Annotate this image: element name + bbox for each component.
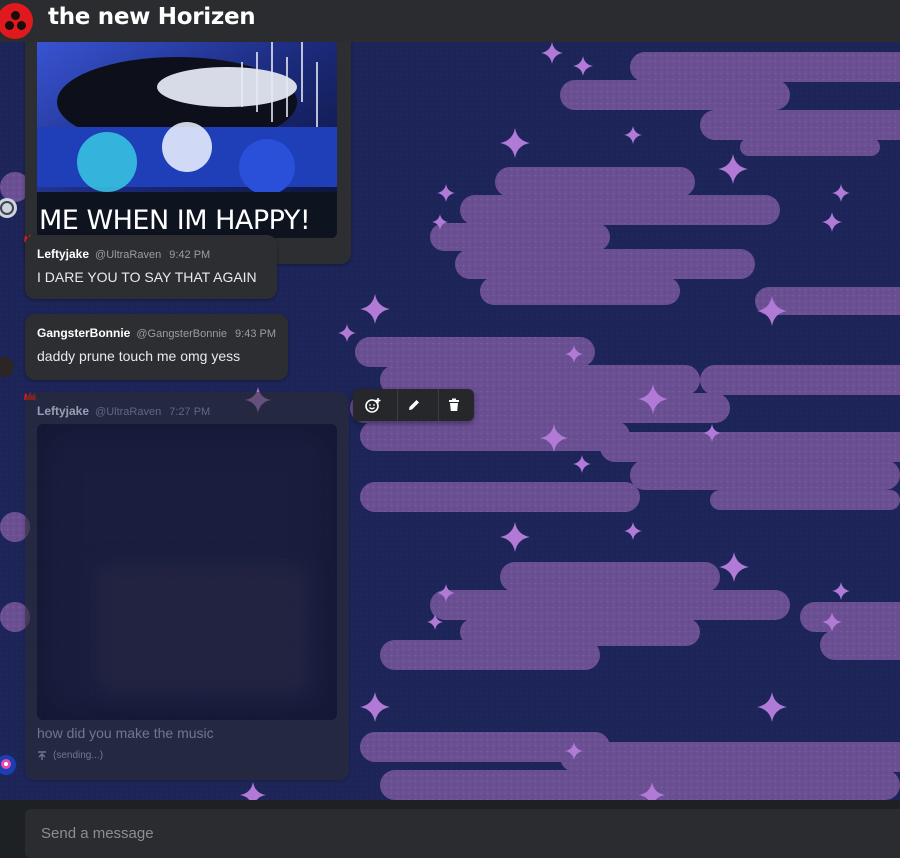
- add-reaction-button[interactable]: [357, 389, 389, 421]
- sending-status: (sending...): [37, 750, 103, 761]
- chat-message[interactable]: GangsterBonnie @GangsterBonnie 9:43 PM d…: [25, 314, 288, 380]
- user-avatar[interactable]: [0, 755, 16, 775]
- delete-message-button[interactable]: [437, 389, 470, 421]
- pending-message[interactable]: Leftyjake @UltraRaven 7:27 PM how did yo…: [25, 392, 349, 780]
- message-text: how did you make the music: [37, 725, 214, 741]
- channel-title: the new Horizen: [48, 4, 256, 30]
- meme-image[interactable]: ME WHEN IM HAPPY!: [37, 42, 337, 238]
- message-time: 9:42 PM: [169, 249, 211, 261]
- message-handle: @UltraRaven: [95, 406, 162, 418]
- message-author[interactable]: Leftyjake: [37, 404, 89, 418]
- message-time: 9:43 PM: [235, 328, 276, 340]
- chat-message[interactable]: Leftyjake @UltraRaven 9:42 PM I DARE YOU…: [25, 235, 277, 299]
- message-text: I DARE YOU TO SAY THAT AGAIN: [37, 269, 257, 285]
- edit-message-button[interactable]: [397, 389, 429, 421]
- message-author[interactable]: GangsterBonnie: [37, 326, 130, 340]
- user-avatar[interactable]: [0, 357, 14, 377]
- message-input[interactable]: [25, 809, 900, 858]
- pending-attachment: [37, 424, 337, 720]
- image-message[interactable]: ME WHEN IM HAPPY!: [25, 42, 351, 264]
- message-list: ME WHEN IM HAPPY! Leftyjake @UltraRaven …: [0, 42, 900, 800]
- message-handle: @GangsterBonnie: [136, 328, 228, 340]
- delete-icon: [449, 398, 460, 411]
- meme-caption: ME WHEN IM HAPPY!: [39, 205, 311, 236]
- message-actions-toolbar: [353, 389, 474, 421]
- message-author[interactable]: Leftyjake: [37, 247, 89, 261]
- sending-label: (sending...): [53, 750, 104, 761]
- message-time: 7:27 PM: [169, 406, 211, 418]
- add-reaction-icon: [365, 398, 381, 413]
- upload-icon: [38, 750, 46, 760]
- user-avatar[interactable]: [0, 198, 17, 218]
- server-avatar-icon[interactable]: [0, 3, 33, 39]
- message-text: daddy prune touch me omg yess: [37, 348, 241, 364]
- message-handle: @UltraRaven: [95, 249, 162, 261]
- channel-header: the new Horizen: [0, 0, 900, 42]
- edit-icon: [408, 400, 419, 410]
